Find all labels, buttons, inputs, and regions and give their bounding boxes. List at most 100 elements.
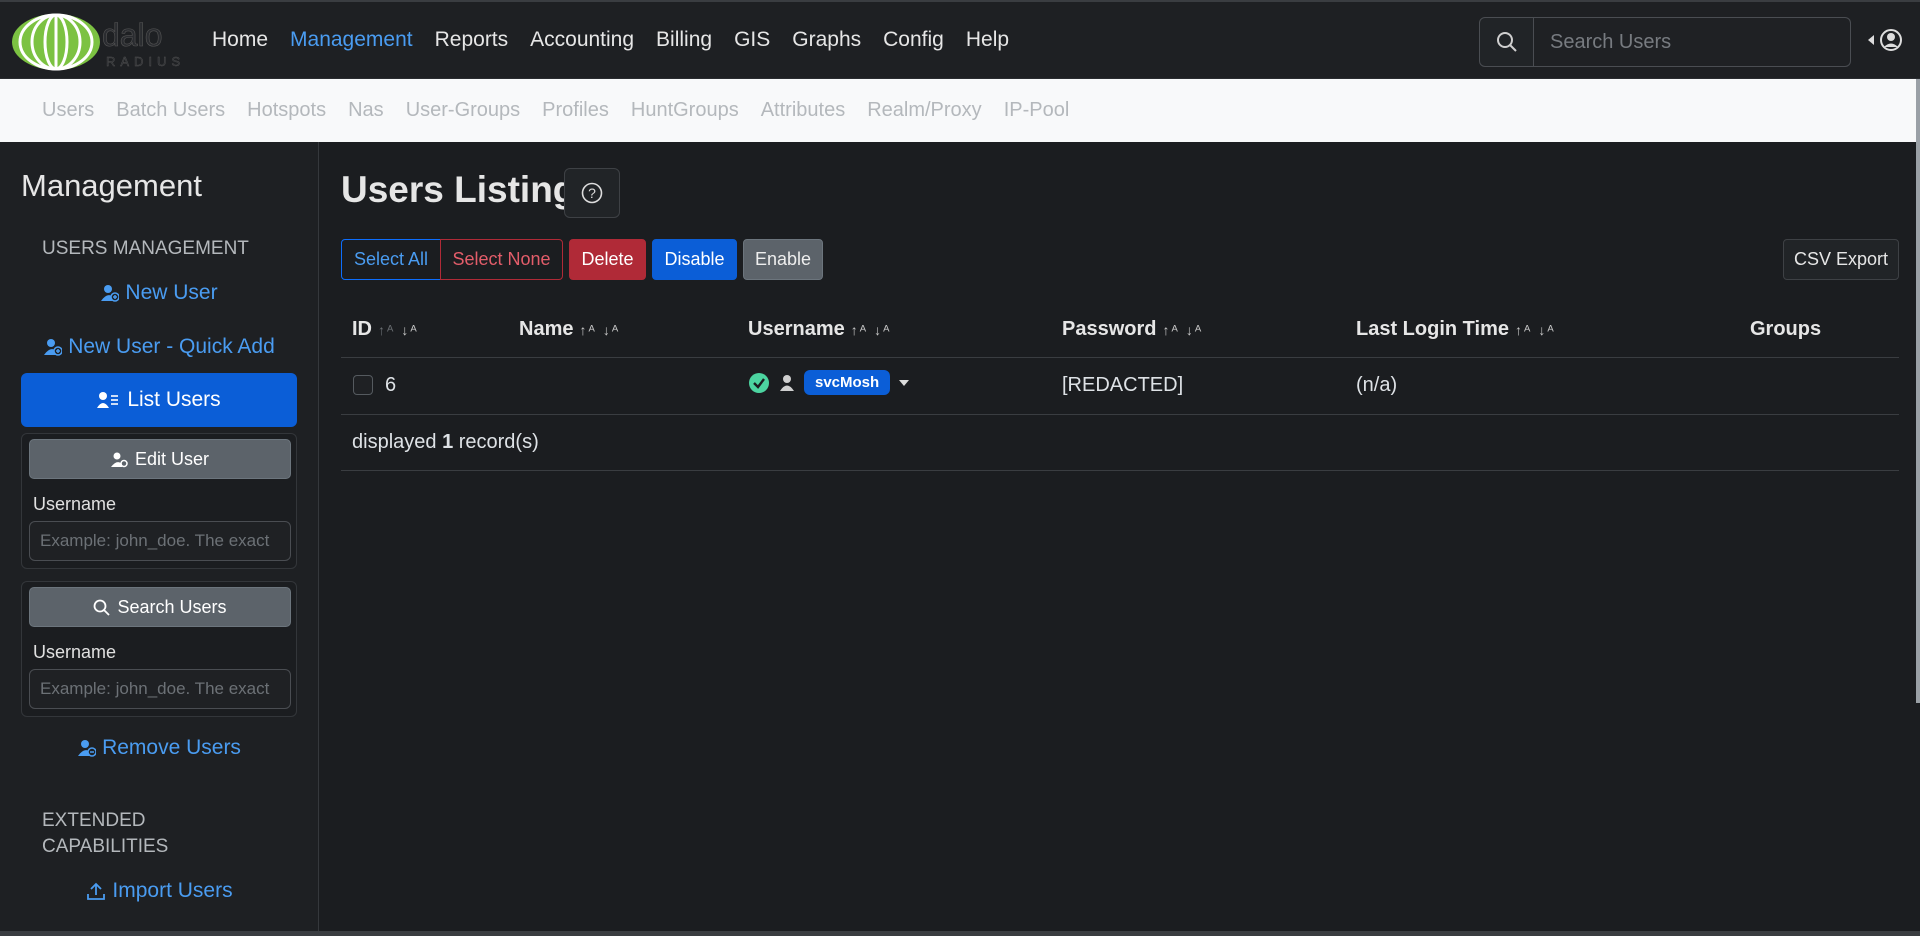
check-circle-icon [749,372,769,393]
nav-home[interactable]: Home [212,28,268,52]
subnav-user-groups[interactable]: User-Groups [406,99,520,122]
sort-desc-icon[interactable]: ↓ᴬ [1538,322,1555,338]
sidebar: Management USERS MANAGEMENT New User New… [0,142,319,936]
row-checkbox[interactable] [353,375,373,395]
search-icon [94,599,111,616]
record-count-text: displayed 1 record(s) [352,431,539,453]
user-add-icon [44,339,63,356]
sub-navbar: Users Batch Users Hotspots Nas User-Grou… [0,79,1916,142]
row-password: [REDACTED] [1062,374,1184,396]
sidebar-import-users[interactable]: Import Users [0,879,319,903]
subnav-attributes[interactable]: Attributes [761,99,845,122]
sidebar-new-user[interactable]: New User [0,281,319,305]
edit-user-button[interactable]: Edit User [29,439,291,479]
table-footer: displayed 1 record(s) [341,415,1899,471]
sort-asc-icon[interactable]: ↑ᴬ [851,322,868,338]
section-extended-capabilities: EXTENDED CAPABILITIES [42,810,169,857]
subnav-huntgroups[interactable]: HuntGroups [631,99,739,122]
subnav-nas[interactable]: Nas [348,99,384,122]
sort-desc-icon[interactable]: ↓ᴬ [603,322,620,338]
section-users-management: USERS MANAGEMENT [42,238,249,259]
list-users-label: List Users [127,388,221,411]
delete-button[interactable]: Delete [569,239,646,280]
search-username-label: Username [33,642,117,662]
sidebar-title: Management [21,168,202,203]
sort-desc-icon[interactable]: ↓ᴬ [401,322,418,338]
col-password-label: Password [1062,318,1157,340]
record-count: 1 [442,431,454,453]
search-users-input[interactable] [1534,17,1851,67]
col-last-login-label: Last Login Time [1356,318,1509,340]
daloradius-logo[interactable]: dalo RADIUS [10,12,195,72]
search-users-label: Search Users [117,596,227,617]
col-groups-label: Groups [1750,318,1822,340]
main-content: Users Listing ? Select All Select None D… [320,142,1916,936]
nav-config[interactable]: Config [883,28,944,52]
subnav-batch-users[interactable]: Batch Users [116,99,225,122]
nav-accounting[interactable]: Accounting [530,28,634,52]
user-circle-icon [1880,29,1902,51]
disable-button[interactable]: Disable [652,239,737,280]
help-button[interactable]: ? [564,168,620,218]
user-remove-icon [78,740,97,757]
nav-graphs[interactable]: Graphs [792,28,861,52]
user-list-icon [97,392,119,408]
sort-desc-icon[interactable]: ↓ᴬ [1186,322,1203,338]
management-subnav: Users Batch Users Hotspots Nas User-Grou… [42,99,1091,122]
remove-users-label: Remove Users [102,736,241,759]
subnav-realm-proxy[interactable]: Realm/Proxy [867,99,981,122]
svg-text:dalo: dalo [102,17,163,53]
svg-text:?: ? [588,185,596,201]
user-gear-icon [110,452,128,467]
user-menu-toggle[interactable] [1867,28,1903,52]
user-add-icon [101,285,120,302]
nav-billing[interactable]: Billing [656,28,712,52]
col-name-label: Name [519,318,574,340]
col-id-label: ID [352,318,372,340]
sidebar-list-users[interactable]: List Users [21,373,297,427]
upload-icon [87,882,106,900]
page-scrollbar[interactable] [1916,79,1920,703]
col-username-label: Username [748,318,845,340]
col-username: Username ↑ᴬ ↓ᴬ [748,318,891,341]
import-users-label: Import Users [112,879,233,902]
sidebar-new-user-quick[interactable]: New User - Quick Add [0,335,319,359]
search-button[interactable] [1479,17,1534,67]
search-users-button[interactable]: Search Users [29,587,291,627]
caret-down-icon[interactable] [898,379,910,387]
nav-help[interactable]: Help [966,28,1009,52]
nav-management[interactable]: Management [290,28,413,52]
header-search [1479,17,1851,67]
search-username-input[interactable] [29,669,291,709]
col-name: Name ↑ᴬ ↓ᴬ [519,318,620,341]
enable-button[interactable]: Enable [743,239,823,280]
sort-asc-icon[interactable]: ↑ᴬ [579,322,596,338]
edit-user-label: Edit User [134,448,210,469]
edit-username-input[interactable] [29,521,291,561]
main-nav: Home Management Reports Accounting Billi… [212,28,1031,52]
edit-user-form: Edit User Username [21,433,297,569]
select-none-button[interactable]: Select None [440,239,563,280]
subnav-ip-pool[interactable]: IP-Pool [1004,99,1070,122]
search-users-form: Search Users Username [21,581,297,717]
col-last-login: Last Login Time ↑ᴬ ↓ᴬ [1356,318,1556,341]
username-badge[interactable]: svcMosh [804,370,891,395]
sort-desc-icon[interactable]: ↓ᴬ [874,322,891,338]
subnav-hotspots[interactable]: Hotspots [247,99,326,122]
sidebar-remove-users[interactable]: Remove Users [0,736,319,760]
subnav-users[interactable]: Users [42,99,94,122]
bottom-border [0,931,1920,936]
sort-asc-icon[interactable]: ↑ᴬ [378,322,395,338]
subnav-profiles[interactable]: Profiles [542,99,609,122]
nav-gis[interactable]: GIS [734,28,770,52]
sort-asc-icon[interactable]: ↑ᴬ [1515,322,1532,338]
csv-export-button[interactable]: CSV Export [1783,239,1899,280]
sort-asc-icon[interactable]: ↑ᴬ [1162,322,1179,338]
nav-reports[interactable]: Reports [435,28,509,52]
select-all-button[interactable]: Select All [341,239,441,280]
col-id: ID ↑ᴬ ↓ᴬ [352,318,419,341]
caret-left-icon [1868,35,1874,45]
edit-username-label: Username [33,494,117,514]
row-id: 6 [385,374,397,396]
row-username-cell: svcMosh [748,370,910,395]
